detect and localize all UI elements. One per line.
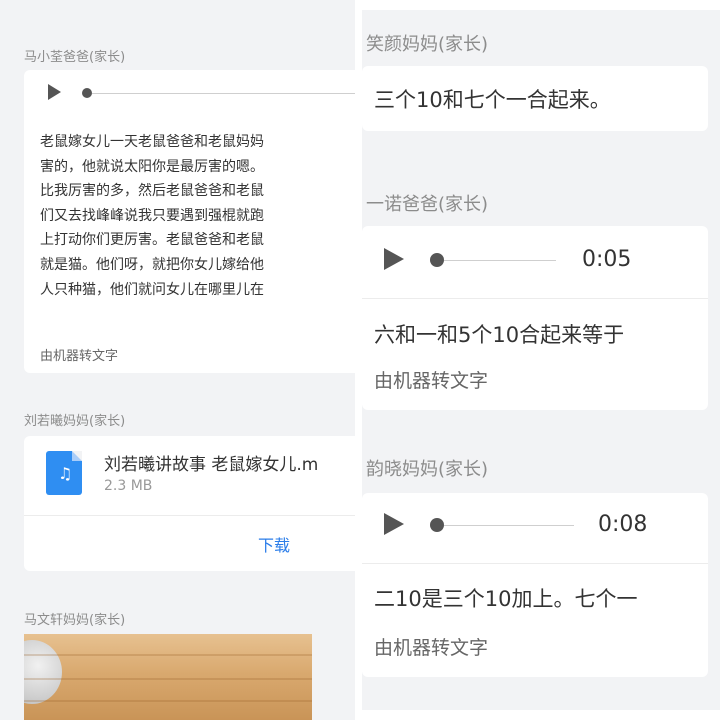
transcribed-text: 三个10和七个一合起来。 bbox=[374, 88, 611, 112]
play-icon[interactable] bbox=[48, 84, 61, 100]
progress-knob-icon[interactable] bbox=[430, 518, 444, 532]
divider bbox=[362, 563, 708, 564]
audio-progress-track[interactable] bbox=[92, 93, 355, 94]
voice-post-card: 0:08 二10是三个10加上。七个一 由机器转文字 bbox=[362, 493, 708, 677]
voice-post-card: 老鼠嫁女儿一天老鼠爸爸和老鼠妈妈 害的，他就说太阳你是最厉害的嗯。 比我厉害的多… bbox=[24, 70, 355, 373]
machine-transcription-label: 由机器转文字 bbox=[40, 349, 119, 364]
audio-progress-track[interactable] bbox=[444, 260, 556, 261]
file-name[interactable]: 刘若曦讲故事 老鼠嫁女儿.m bbox=[104, 450, 318, 475]
voice-post-card: 三个10和七个一合起来。 bbox=[362, 66, 708, 131]
audio-duration: 0:05 bbox=[582, 247, 632, 272]
download-button[interactable]: 下载 bbox=[258, 532, 290, 556]
left-feed-panel: 马小荃爸爸(家长) 老鼠嫁女儿一天老鼠爸爸和老鼠妈妈 害的，他就说太阳你是最厉害… bbox=[0, 0, 355, 720]
divider bbox=[24, 515, 355, 516]
play-icon[interactable] bbox=[384, 248, 404, 270]
transcribed-text: 老鼠嫁女儿一天老鼠爸爸和老鼠妈妈 害的，他就说太阳你是最厉害的嗯。 比我厉害的多… bbox=[40, 134, 264, 298]
play-icon[interactable] bbox=[384, 513, 404, 535]
voice-post-card: 0:05 六和一和5个10合起来等于 由机器转文字 bbox=[362, 226, 708, 410]
post-author: 一诺爸爸(家长) bbox=[366, 194, 489, 215]
audio-duration: 0:08 bbox=[598, 512, 648, 537]
post-author: 韵晓妈妈(家长) bbox=[366, 459, 489, 480]
post-author: 刘若曦妈妈(家长) bbox=[24, 414, 126, 429]
file-post-card: ♫ 刘若曦讲故事 老鼠嫁女儿.m 2.3 MB 下载 bbox=[24, 436, 355, 571]
transcribed-text: 二10是三个10加上。七个一 bbox=[374, 587, 638, 611]
file-size: 2.3 MB bbox=[104, 478, 153, 494]
post-author: 马文轩妈妈(家长) bbox=[24, 613, 126, 628]
divider bbox=[362, 298, 708, 299]
post-author: 马小荃爸爸(家长) bbox=[24, 50, 126, 65]
progress-knob-icon[interactable] bbox=[430, 253, 444, 267]
machine-transcription-label: 由机器转文字 bbox=[374, 370, 489, 392]
music-file-icon[interactable]: ♫ bbox=[46, 451, 82, 495]
machine-transcription-label: 由机器转文字 bbox=[374, 637, 489, 659]
right-feed-panel: 笑颜妈妈(家长) 三个10和七个一合起来。 一诺爸爸(家长) 0:05 六和一和… bbox=[362, 10, 720, 710]
progress-knob-icon[interactable] bbox=[82, 88, 92, 98]
audio-progress-track[interactable] bbox=[444, 525, 574, 526]
photo-thumbnail[interactable] bbox=[24, 634, 312, 720]
transcribed-text: 六和一和5个10合起来等于 bbox=[374, 323, 625, 347]
post-author: 笑颜妈妈(家长) bbox=[366, 34, 489, 55]
